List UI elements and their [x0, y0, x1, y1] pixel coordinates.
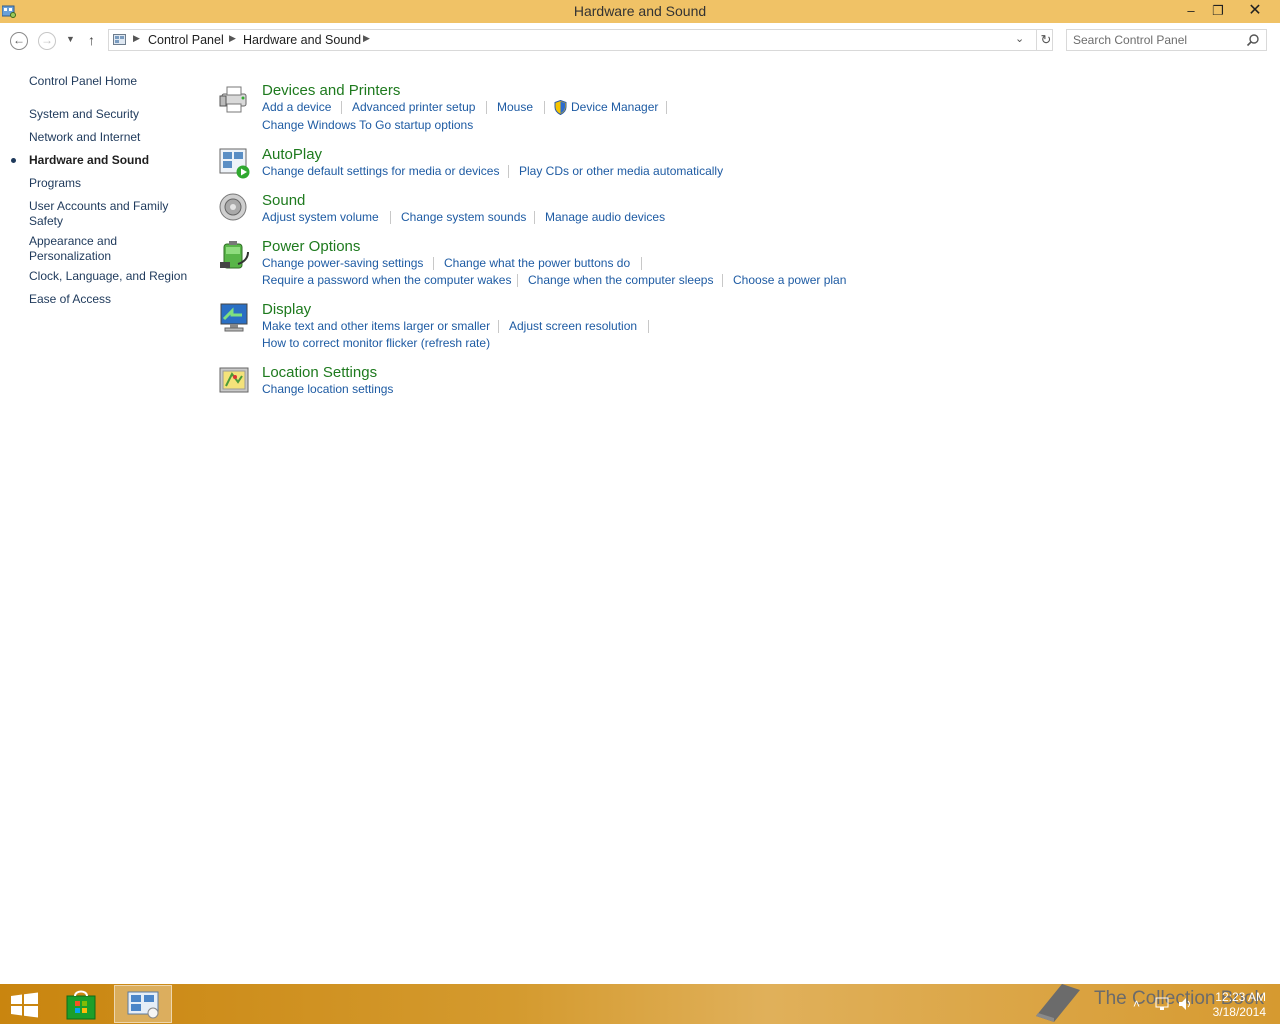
location-settings-icon[interactable]	[218, 364, 252, 398]
display-heading[interactable]: Display	[262, 301, 311, 318]
back-arrow-icon[interactable]: ←	[10, 32, 28, 50]
location-settings-heading[interactable]: Location Settings	[262, 364, 377, 381]
breadcrumb-separator-icon[interactable]: ▶	[133, 33, 140, 44]
active-item-bullet	[11, 158, 16, 163]
speaker-icon[interactable]	[218, 192, 252, 226]
title-bar: Hardware and Sound – ❐ ✕	[0, 0, 1280, 23]
sidebar-item-ease-of-access[interactable]: Ease of Access	[29, 292, 111, 307]
search-input[interactable]	[1073, 32, 1238, 48]
add-a-device-link[interactable]: Add a device	[262, 100, 331, 114]
link-divider	[508, 165, 509, 178]
breadcrumb-separator-icon[interactable]: ▶	[229, 33, 236, 44]
link-divider	[433, 257, 434, 270]
breadcrumb-hardware-and-sound[interactable]: Hardware and Sound	[243, 33, 361, 47]
control-panel-taskbar-button[interactable]	[114, 985, 172, 1023]
link-divider	[641, 257, 642, 270]
book-icon	[1036, 984, 1080, 1022]
restore-button[interactable]: ❐	[1203, 0, 1233, 22]
sidebar-item-user-accounts[interactable]: User Accounts and Family Safety	[29, 199, 179, 229]
sidebar-item-system-and-security[interactable]: System and Security	[29, 107, 139, 122]
play-cds-automatically-link[interactable]: Play CDs or other media automatically	[519, 164, 723, 178]
adjust-screen-resolution-link[interactable]: Adjust screen resolution	[509, 319, 637, 333]
link-divider	[534, 211, 535, 224]
sidebar-item-appearance[interactable]: Appearance and Personalization	[29, 234, 129, 264]
close-button[interactable]: ✕	[1240, 0, 1270, 22]
start-windows-icon[interactable]	[10, 992, 40, 1018]
sidebar-item-hardware-and-sound[interactable]: Hardware and Sound	[29, 153, 149, 168]
up-arrow-icon[interactable]: ↑	[88, 32, 95, 48]
power-options-heading[interactable]: Power Options	[262, 238, 360, 255]
uac-shield-icon	[554, 100, 567, 115]
volume-icon[interactable]	[1177, 996, 1193, 1012]
navigation-bar: ← → ▼ ↑ ▶ Control Panel ▶ Hardware and S…	[0, 23, 1280, 59]
system-clock[interactable]: 12:23 AM 3/18/2014	[1206, 990, 1266, 1020]
forward-arrow-icon[interactable]: →	[38, 32, 56, 50]
mouse-link[interactable]: Mouse	[497, 100, 533, 114]
link-divider	[544, 101, 545, 114]
link-divider	[648, 320, 649, 333]
choose-power-plan-link[interactable]: Choose a power plan	[733, 273, 846, 287]
show-hidden-icons-icon[interactable]: ˄	[1133, 997, 1140, 1011]
refresh-icon[interactable]: ↻	[1036, 30, 1055, 50]
change-system-sounds-link[interactable]: Change system sounds	[401, 210, 526, 224]
link-divider	[390, 211, 391, 224]
autoplay-icon[interactable]	[218, 146, 252, 180]
taskbar: The Collection Book ˄ 12:23 AM 3/18/2014	[0, 984, 1280, 1024]
battery-icon[interactable]	[218, 238, 252, 272]
manage-audio-devices-link[interactable]: Manage audio devices	[545, 210, 665, 224]
breadcrumb-control-panel[interactable]: Control Panel	[148, 33, 224, 47]
link-divider	[666, 101, 667, 114]
link-divider	[722, 274, 723, 287]
window-title: Hardware and Sound	[573, 3, 707, 19]
search-box	[1066, 29, 1267, 51]
link-divider	[517, 274, 518, 287]
breadcrumb-separator-icon[interactable]: ▶	[363, 33, 370, 44]
monitor-icon[interactable]	[218, 301, 252, 335]
make-text-larger-link[interactable]: Make text and other items larger or smal…	[262, 319, 490, 333]
change-location-settings-link[interactable]: Change location settings	[262, 382, 393, 396]
link-divider	[341, 101, 342, 114]
advanced-printer-setup-link[interactable]: Advanced printer setup	[352, 100, 475, 114]
search-icon[interactable]	[1246, 33, 1260, 47]
sidebar-item-programs[interactable]: Programs	[29, 176, 81, 191]
clock-time: 12:23 AM	[1215, 990, 1266, 1004]
monitor-flicker-help-link[interactable]: How to correct monitor flicker (refresh …	[262, 336, 490, 350]
require-password-on-wake-link[interactable]: Require a password when the computer wak…	[262, 273, 511, 287]
adjust-system-volume-link[interactable]: Adjust system volume	[262, 210, 379, 224]
change-default-settings-media-link[interactable]: Change default settings for media or dev…	[262, 164, 499, 178]
control-panel-icon	[113, 34, 126, 45]
store-icon[interactable]	[66, 988, 96, 1020]
recent-locations-dropdown-icon[interactable]: ▼	[66, 34, 75, 44]
address-bar[interactable]: ▶ Control Panel ▶ Hardware and Sound ▶ ⌄…	[108, 29, 1053, 51]
clock-date: 3/18/2014	[1212, 1005, 1266, 1019]
link-divider	[486, 101, 487, 114]
link-divider	[498, 320, 499, 333]
sidebar-item-network-and-internet[interactable]: Network and Internet	[29, 130, 140, 145]
sidebar-item-clock-language-region[interactable]: Clock, Language, and Region	[29, 269, 187, 284]
change-windows-to-go-startup-link[interactable]: Change Windows To Go startup options	[262, 118, 473, 132]
printer-icon[interactable]	[218, 82, 252, 116]
change-power-buttons-link[interactable]: Change what the power buttons do	[444, 256, 630, 270]
change-power-saving-settings-link[interactable]: Change power-saving settings	[262, 256, 423, 270]
address-dropdown-icon[interactable]: ⌄	[1015, 32, 1024, 45]
change-when-computer-sleeps-link[interactable]: Change when the computer sleeps	[528, 273, 713, 287]
minimize-button[interactable]: –	[1176, 0, 1206, 22]
devices-and-printers-heading[interactable]: Devices and Printers	[262, 82, 400, 99]
sound-heading[interactable]: Sound	[262, 192, 305, 209]
network-icon[interactable]	[1154, 996, 1170, 1012]
autoplay-heading[interactable]: AutoPlay	[262, 146, 322, 163]
control-panel-taskbar-icon	[127, 991, 159, 1019]
device-manager-link[interactable]: Device Manager	[571, 100, 658, 114]
control-panel-home-link[interactable]: Control Panel Home	[29, 74, 137, 89]
